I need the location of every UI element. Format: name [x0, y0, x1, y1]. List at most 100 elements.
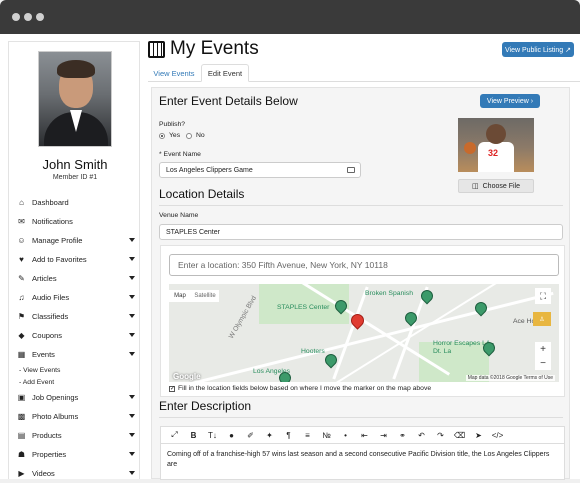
ordered-list-icon[interactable]: №: [317, 428, 336, 442]
window-dot-2[interactable]: [24, 13, 32, 21]
sidebar-item-videos[interactable]: ▶ Videos: [17, 464, 135, 483]
sidebar-item-coupons[interactable]: ◆ Coupons: [17, 326, 135, 345]
map-search-input[interactable]: Enter a location: 350 Fifth Avenue, New …: [169, 254, 559, 276]
sidebar-item-photo-albums[interactable]: ▩ Photo Albums: [17, 407, 135, 426]
event-details-heading: Enter Event Details Below: [159, 94, 298, 108]
divider: [159, 205, 563, 206]
sidebar-subitem-add-event[interactable]: - Add Event: [17, 376, 135, 388]
event-image: 32: [458, 118, 534, 172]
choose-file-label: Choose File: [482, 182, 520, 190]
map-type-satellite-button[interactable]: Satellite: [191, 290, 219, 302]
tab-edit-event[interactable]: Edit Event: [201, 64, 249, 82]
caret-down-icon[interactable]: [129, 414, 135, 418]
magic-icon[interactable]: ✦: [260, 428, 279, 442]
link-icon[interactable]: ⚭: [393, 428, 412, 442]
envelope-icon: ✉: [18, 217, 25, 226]
pencil-icon: ✎: [18, 274, 25, 283]
fill-location-checkbox[interactable]: ✓: [169, 386, 175, 392]
folder-icon: ◫: [472, 183, 479, 190]
map-attribution: Map data ©2018 Google Terms of Use: [465, 375, 555, 381]
description-editor[interactable]: Coming off of a franchise-high 57 wins l…: [160, 444, 565, 480]
zoom-in-button[interactable]: +: [535, 342, 551, 356]
fullscreen-icon[interactable]: ⛶: [535, 288, 551, 304]
window-dot-3[interactable]: [36, 13, 44, 21]
user-name: John Smith: [42, 157, 108, 172]
sidebar-item-events[interactable]: ▦ Events: [17, 345, 135, 364]
caret-down-icon[interactable]: [129, 433, 135, 437]
sidebar-item-properties[interactable]: ☗ Properties: [17, 445, 135, 464]
align-icon[interactable]: ≡: [298, 428, 317, 442]
sidebar-item-audio-files[interactable]: ♫ Audio Files: [17, 288, 135, 307]
event-name-input[interactable]: Los Angeles Clippers Game: [159, 162, 361, 178]
brush-icon[interactable]: ✐: [241, 428, 260, 442]
window-dot-1[interactable]: [12, 13, 20, 21]
sidebar-item-classifieds[interactable]: ⚑ Classifieds: [17, 307, 135, 326]
street-view-pegman-icon[interactable]: ♙: [533, 312, 551, 326]
fill-location-label: Fill in the location fields below based …: [178, 385, 432, 392]
caret-down-icon[interactable]: [129, 395, 135, 399]
caret-down-icon[interactable]: [129, 314, 135, 318]
caret-down-icon[interactable]: [129, 452, 135, 456]
tag-icon: ◆: [18, 331, 25, 340]
sidebar-item-articles[interactable]: ✎ Articles: [17, 269, 135, 288]
publish-no-radio[interactable]: [186, 133, 192, 139]
sidebar-item-label: Events: [32, 350, 55, 359]
caret-down-icon[interactable]: [129, 257, 135, 261]
sidebar-item-dashboard[interactable]: ⌂ Dashboard: [17, 193, 135, 212]
publish-label: Publish?: [159, 121, 186, 128]
publish-yes-label: Yes: [169, 132, 181, 139]
caret-down-icon[interactable]: [129, 295, 135, 299]
caret-down-icon[interactable]: [129, 238, 135, 242]
sidebar-item-products[interactable]: ▤ Products: [17, 426, 135, 445]
tab-bar: View Events Edit Event: [148, 64, 580, 82]
zoom-out-button[interactable]: −: [535, 356, 551, 370]
caret-down-icon[interactable]: [129, 333, 135, 337]
sidebar-item-label: Notifications: [32, 217, 73, 226]
bold-icon[interactable]: B: [184, 428, 203, 442]
publish-yes-radio[interactable]: [159, 133, 165, 139]
sidebar-subitem-view-events[interactable]: - View Events: [17, 364, 135, 376]
redo-icon[interactable]: ↷: [431, 428, 450, 442]
sidebar-item-add-to-favorites[interactable]: ♥ Add to Favorites: [17, 250, 135, 269]
description-heading: Enter Description: [159, 399, 252, 413]
view-public-listing-button[interactable]: View Public Listing ↗: [502, 42, 574, 57]
sidebar-item-label: Properties: [32, 450, 67, 459]
code-icon[interactable]: </>: [488, 428, 507, 442]
map-label-staples: STAPLES Center: [277, 304, 330, 311]
sidebar-item-notifications[interactable]: ✉ Notifications: [17, 212, 135, 231]
expand-icon[interactable]: ⤢: [165, 428, 184, 442]
event-name-value: Los Angeles Clippers Game: [166, 166, 253, 174]
location-heading: Location Details: [159, 187, 245, 201]
google-logo: Google: [173, 372, 201, 381]
sidebar-item-label: Dashboard: [32, 198, 69, 207]
pointer-icon[interactable]: ➤: [469, 428, 488, 442]
map-type-map-button[interactable]: Map: [169, 290, 191, 302]
sidebar: John Smith Member ID #1 ⌂ Dashboard ✉ Notif…: [8, 41, 140, 479]
view-preview-button[interactable]: View Preview ›: [480, 94, 540, 108]
sidebar-nav: ⌂ Dashboard ✉ Notifications ☺ Manage Profile ♥…: [17, 193, 135, 483]
app-content: John Smith Member ID #1 ⌂ Dashboard ✉ Notif…: [0, 34, 580, 480]
eraser-icon[interactable]: ⌫: [450, 428, 469, 442]
text-size-icon[interactable]: T↓: [203, 428, 222, 442]
outdent-icon[interactable]: ⇤: [355, 428, 374, 442]
venue-input[interactable]: STAPLES Center: [159, 224, 563, 240]
color-drop-icon[interactable]: ●: [222, 428, 241, 442]
caret-down-icon[interactable]: [129, 471, 135, 475]
sidebar-item-label: Job Openings: [32, 393, 79, 402]
calendar-icon: [148, 40, 165, 58]
publish-no-label: No: [196, 132, 205, 139]
sidebar-item-job-openings[interactable]: ▣ Job Openings: [17, 388, 135, 407]
indent-icon[interactable]: ⇥: [374, 428, 393, 442]
undo-icon[interactable]: ↶: [412, 428, 431, 442]
venue-value: STAPLES Center: [166, 228, 220, 236]
choose-file-button[interactable]: ◫ Choose File: [458, 179, 534, 193]
unordered-list-icon[interactable]: •: [336, 428, 355, 442]
pushpin-icon: ⚑: [17, 312, 26, 321]
page-title: My Events: [148, 38, 259, 60]
caret-down-icon[interactable]: [129, 276, 135, 280]
tab-view-events[interactable]: View Events: [148, 64, 200, 82]
map[interactable]: Map Satellite ⛶ STAPLES Center Broken Sp…: [169, 284, 559, 382]
caret-down-icon[interactable]: [129, 352, 135, 356]
paragraph-icon[interactable]: ¶: [279, 428, 298, 442]
sidebar-item-manage-profile[interactable]: ☺ Manage Profile: [17, 231, 135, 250]
